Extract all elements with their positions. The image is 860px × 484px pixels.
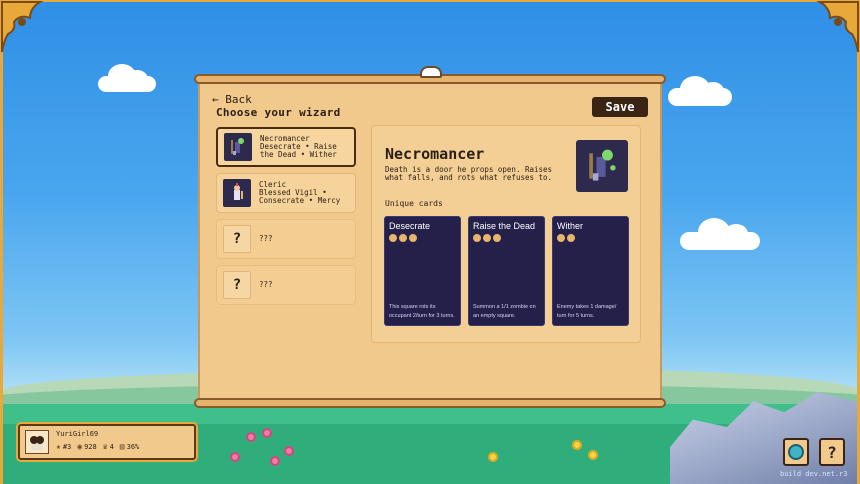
- cost-pip-icon: [557, 234, 565, 242]
- trophy-icon: ♛: [102, 442, 108, 451]
- back-button[interactable]: ← Back: [212, 93, 252, 106]
- wizard-option-locked[interactable]: ? ???: [216, 219, 356, 259]
- cost-pip-icon: [389, 234, 397, 242]
- flower: [246, 432, 256, 442]
- help-button[interactable]: ?: [819, 438, 845, 466]
- avatar: [25, 430, 49, 454]
- flower: [270, 456, 280, 466]
- cleric-portrait-icon: [223, 179, 251, 207]
- cost-pip-icon: [473, 234, 481, 242]
- wizard-option-locked[interactable]: ? ???: [216, 265, 356, 305]
- cost-pip-icon: [567, 234, 575, 242]
- card-name: Desecrate: [389, 221, 431, 231]
- flower: [488, 452, 498, 462]
- spell-card-wither[interactable]: Wither Enemy takes 1 damage/ turn for 5 …: [552, 216, 629, 326]
- wizard-name: ???: [259, 280, 273, 289]
- wizard-detail-title: Necromancer: [385, 145, 485, 163]
- player-profile-card[interactable]: YuriGirl69 ★ #3 ◉ 928 ♛ 4 ▥ 36%: [18, 424, 196, 460]
- wizard-cards-summary: the Dead • Wither: [260, 150, 337, 159]
- cloud: [680, 218, 760, 250]
- cost-pip-icon: [409, 234, 417, 242]
- coin-icon: ◉: [77, 442, 83, 451]
- spell-card-desecrate[interactable]: Desecrate This square rots its occupant …: [384, 216, 461, 326]
- player-name: YuriGirl69: [56, 430, 99, 438]
- wizard-option-necromancer[interactable]: Necromancer Desecrate • Raise the Dead •…: [216, 127, 356, 167]
- flower: [230, 452, 240, 462]
- frame-border: [0, 0, 3, 484]
- build-version: build dev.net.r3: [780, 470, 848, 478]
- star-icon: ★: [56, 442, 61, 451]
- player-rank: #3: [62, 442, 72, 451]
- cloud: [668, 76, 732, 106]
- flower: [588, 450, 598, 460]
- unknown-wizard-icon: ?: [223, 271, 251, 299]
- player-trophies: 4: [109, 442, 114, 451]
- flower: [262, 428, 272, 438]
- cloud: [98, 64, 156, 92]
- player-win-rate: 36%: [126, 442, 140, 451]
- card-cost-pips: [557, 234, 575, 242]
- flower: [572, 440, 582, 450]
- card-text: Summon a 1/1 zombie on an empty square.: [473, 304, 536, 319]
- corner-ornament-icon: [804, 0, 860, 56]
- scroll-rod-bottom: [194, 398, 666, 408]
- scroll-pin-icon: [420, 66, 442, 78]
- necromancer-portrait-icon: [576, 140, 628, 192]
- wizard-option-cleric[interactable]: Cleric Blessed Vigil • Consecrate • Merc…: [216, 173, 356, 213]
- card-name: Raise the Dead: [473, 221, 536, 231]
- cost-pip-icon: [399, 234, 407, 242]
- necromancer-portrait-icon: [224, 133, 252, 161]
- globe-icon: [788, 444, 804, 460]
- globe-button[interactable]: [783, 438, 809, 466]
- chart-icon: ▥: [119, 442, 125, 451]
- page-title: Choose your wizard: [216, 106, 341, 119]
- player-coins: 928: [84, 442, 97, 451]
- cost-pip-icon: [493, 234, 501, 242]
- wizard-detail-description: Death is a door he props open. Raises wh…: [385, 165, 553, 182]
- question-mark-icon: ?: [827, 442, 837, 462]
- spell-card-raise-the-dead[interactable]: Raise the Dead Summon a 1/1 zombie on an…: [468, 216, 545, 326]
- wizard-cards-summary: Consecrate • Mercy: [259, 196, 341, 205]
- card-cost-pips: [473, 234, 501, 242]
- corner-ornament-icon: [0, 0, 56, 56]
- flower: [284, 446, 294, 456]
- save-button[interactable]: Save: [592, 97, 648, 117]
- unknown-wizard-icon: ?: [223, 225, 251, 253]
- card-text: This square rots its occupant 2/turn for…: [389, 304, 455, 319]
- frame-border: [0, 0, 860, 2]
- unique-cards-label: Unique cards: [385, 199, 443, 208]
- cost-pip-icon: [483, 234, 491, 242]
- card-cost-pips: [389, 234, 417, 242]
- wizard-name: ???: [259, 234, 273, 243]
- card-name: Wither: [557, 221, 584, 231]
- card-text: Enemy takes 1 damage/ turn for 5 turns.: [557, 304, 617, 319]
